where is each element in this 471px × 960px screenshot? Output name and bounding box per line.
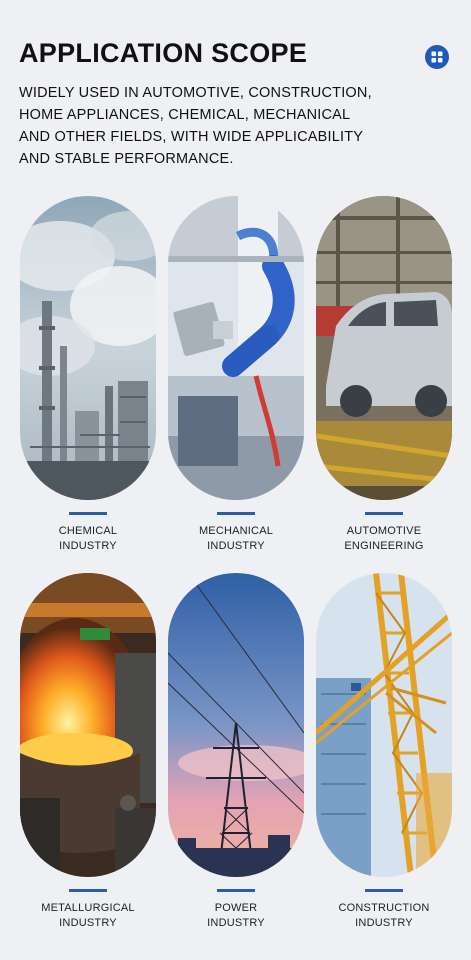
construction-industry-label: CONSTRUCTION INDUSTRY [309, 901, 459, 931]
mechanical-industry-label: MECHANICAL INDUSTRY [161, 524, 311, 554]
description-line: AND STABLE PERFORMANCE. [19, 151, 234, 167]
automotive-engineering-label: AUTOMOTIVE ENGINEERING [309, 524, 459, 554]
tower-crane-image [316, 573, 452, 877]
label-line: MECHANICAL [198, 525, 274, 537]
power-industry-label: POWER INDUSTRY [161, 901, 311, 931]
label-line: INDUSTRY [207, 540, 265, 552]
divider [69, 512, 107, 515]
label-line: POWER [214, 902, 258, 914]
label-line: INDUSTRY [207, 917, 265, 929]
divider [69, 889, 107, 892]
divider [217, 889, 255, 892]
divider [217, 512, 255, 515]
power-tower-image [168, 573, 304, 877]
label-line: INDUSTRY [59, 540, 117, 552]
page-title: APPLICATION SCOPE [19, 38, 308, 68]
divider [365, 889, 403, 892]
metallurgical-industry-label: METALLURGICAL INDUSTRY [13, 901, 163, 931]
robot-arm-image [168, 196, 304, 500]
divider [365, 512, 403, 515]
label-line: AUTOMOTIVE [346, 525, 422, 537]
description-line: HOME APPLIANCES, CHEMICAL, MECHANICAL [19, 107, 351, 123]
page-description: WIDELY USED IN AUTOMOTIVE, CONSTRUCTION,… [19, 82, 372, 170]
chemical-industry-label: CHEMICAL INDUSTRY [13, 524, 163, 554]
label-line: INDUSTRY [59, 917, 117, 929]
description-line: WIDELY USED IN AUTOMOTIVE, CONSTRUCTION, [19, 85, 372, 101]
chemical-plant-image [20, 196, 156, 500]
label-line: INDUSTRY [355, 917, 413, 929]
grid-icon[interactable] [425, 45, 449, 69]
description-line: AND OTHER FIELDS, WITH WIDE APPLICABILIT… [19, 129, 364, 145]
application-scope-page: APPLICATION SCOPE WIDELY USED IN AUTOMOT… [0, 0, 471, 960]
label-line: METALLURGICAL [41, 902, 135, 914]
car-body-assembly-image [316, 196, 452, 500]
label-line: ENGINEERING [344, 540, 424, 552]
molten-steel-furnace-image [20, 573, 156, 877]
label-line: CONSTRUCTION [338, 902, 430, 914]
label-line: CHEMICAL [58, 525, 118, 537]
